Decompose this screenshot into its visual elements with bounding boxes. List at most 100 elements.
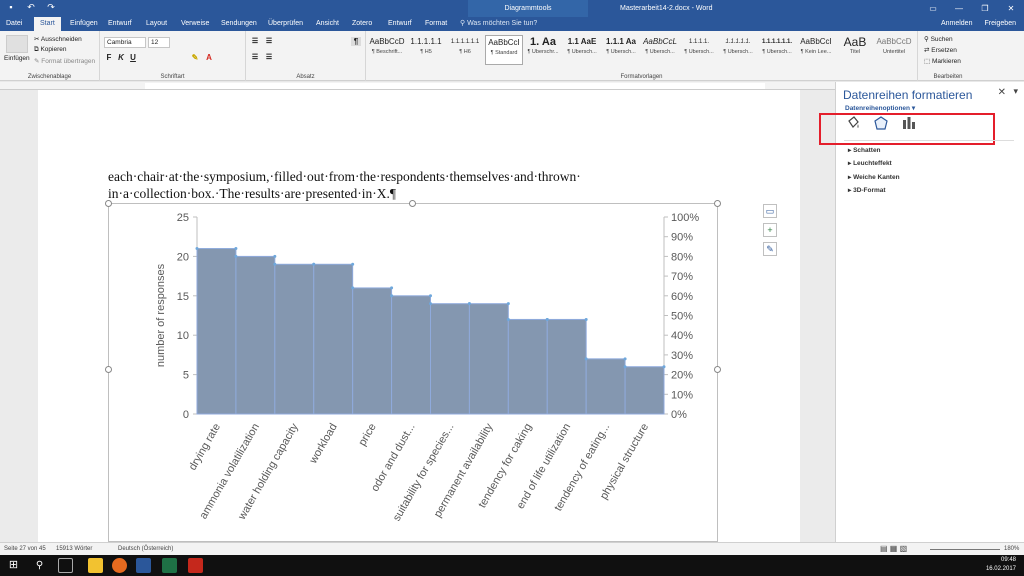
style-item[interactable]: AaBbCcI ¶ Kein Lee... bbox=[797, 35, 835, 65]
bullets-icon[interactable]: ☰ bbox=[250, 37, 260, 45]
tab-review[interactable]: Überprüfen bbox=[268, 17, 303, 31]
style-item[interactable]: AaBbCcD Untertitel bbox=[875, 35, 913, 65]
tab-chart-design[interactable]: Entwurf bbox=[388, 17, 412, 31]
context-tab-label: Diagrammtools bbox=[468, 0, 588, 17]
layout-options-icon[interactable]: ▭ bbox=[763, 204, 777, 218]
language-indicator[interactable]: Deutsch (Österreich) bbox=[118, 546, 173, 552]
word-icon[interactable] bbox=[136, 558, 151, 573]
align-center-icon[interactable]: ☰ bbox=[264, 53, 274, 61]
replace-button[interactable]: ⇄ Ersetzen bbox=[924, 46, 957, 54]
select-button[interactable]: ⬚ Markieren bbox=[924, 57, 961, 65]
style-item[interactable]: AaBbCcD ¶ Beschrift... bbox=[368, 35, 406, 65]
style-item[interactable]: 1.1.1 Aa ¶ Übersch... bbox=[602, 35, 640, 65]
resize-handle[interactable] bbox=[105, 366, 112, 373]
paste-icon[interactable] bbox=[6, 35, 28, 53]
y2-tick-label: 50% bbox=[671, 311, 693, 323]
font-name-box[interactable]: Cambria bbox=[104, 37, 146, 48]
tab-mailings[interactable]: Sendungen bbox=[221, 17, 257, 31]
firefox-icon[interactable] bbox=[112, 558, 127, 573]
section-soft-edges[interactable]: ▸ Weiche Kanten bbox=[848, 173, 900, 181]
view-mode-icons[interactable]: ▤ ▦ ▧ bbox=[880, 544, 907, 553]
style-item[interactable]: 1.1.1.1.1. ¶ Übersch... bbox=[719, 35, 757, 65]
italic-button[interactable]: K bbox=[116, 53, 126, 62]
share-button[interactable]: Freigeben bbox=[984, 17, 1016, 31]
start-icon[interactable]: ⊞ bbox=[6, 558, 21, 573]
search-icon[interactable]: ⚲ bbox=[32, 558, 47, 573]
tab-insert[interactable]: Einfügen bbox=[70, 17, 98, 31]
style-item[interactable]: 1.1.1.1.1 ¶ H5 bbox=[407, 35, 445, 65]
signin-link[interactable]: Anmelden bbox=[941, 17, 973, 31]
chart-elements-icon[interactable]: + bbox=[763, 223, 777, 237]
maximize-icon[interactable]: ❐ bbox=[972, 0, 998, 17]
underline-button[interactable]: U bbox=[128, 53, 138, 62]
y-axis-title: number of responses bbox=[155, 263, 167, 367]
minimize-icon[interactable]: — bbox=[946, 0, 972, 17]
pareto-chart[interactable]: 0 5 10 15 20 25 0% 10% 20% 30% 40% 50% 60% 70% 80% 90% 1… bbox=[109, 204, 719, 543]
style-item[interactable]: AaB Titel bbox=[836, 35, 874, 65]
page-count[interactable]: Seite 27 von 45 bbox=[4, 546, 46, 552]
tab-file[interactable]: Datei bbox=[6, 17, 22, 31]
show-formatting-icon[interactable]: ¶ bbox=[351, 37, 361, 46]
font-size-box[interactable]: 12 bbox=[148, 37, 170, 48]
style-item[interactable]: 1.1.1.1. ¶ Übersch... bbox=[680, 35, 718, 65]
ribbon-display-icon[interactable]: ▭ bbox=[920, 0, 946, 17]
horizontal-ruler[interactable] bbox=[0, 82, 835, 90]
chart-bar bbox=[585, 358, 626, 415]
numbering-icon[interactable]: ☰ bbox=[264, 37, 274, 45]
style-item[interactable]: 1.1.1.1.1.1. ¶ Übersch... bbox=[758, 35, 796, 65]
highlight-icon[interactable]: ✎ bbox=[190, 53, 200, 62]
zoom-slider[interactable] bbox=[930, 549, 1000, 550]
document-area[interactable]: each·chair·at·the·symposium,·filled·out·… bbox=[0, 90, 835, 542]
chart-styles-icon[interactable]: ✎ bbox=[763, 242, 777, 256]
font-color-button[interactable]: A bbox=[204, 53, 214, 62]
y-tick-label: 15 bbox=[177, 291, 189, 303]
style-item-selected[interactable]: AaBbCcI ¶ Standard bbox=[485, 35, 523, 65]
bold-button[interactable]: F bbox=[104, 53, 114, 62]
style-item[interactable]: 1.1.1.1.1.1 ¶ H6 bbox=[446, 35, 484, 65]
task-view-icon[interactable] bbox=[58, 558, 73, 573]
undo-icon[interactable]: ↶ bbox=[24, 2, 38, 14]
tab-home[interactable]: Start bbox=[34, 17, 61, 31]
tab-design[interactable]: Entwurf bbox=[108, 17, 132, 31]
series-options-dropdown[interactable]: Datenreihenoptionen ▾ bbox=[845, 104, 915, 112]
style-item[interactable]: 1. Aa ¶ Überschr... bbox=[524, 35, 562, 65]
resize-handle[interactable] bbox=[409, 200, 416, 207]
tab-view[interactable]: Ansicht bbox=[316, 17, 339, 31]
tab-chart-format[interactable]: Format bbox=[425, 17, 447, 31]
file-explorer-icon[interactable] bbox=[88, 558, 103, 573]
pane-collapse-icon[interactable]: ▾ bbox=[1013, 86, 1018, 97]
zoom-level[interactable]: 180% bbox=[1004, 546, 1019, 552]
chart-frame[interactable]: 0 5 10 15 20 25 0% 10% 20% 30% 40% 50% 60% 70% 80% 90% 1… bbox=[108, 203, 718, 542]
resize-handle[interactable] bbox=[105, 200, 112, 207]
save-icon[interactable]: ▪ bbox=[4, 2, 18, 14]
paste-button[interactable]: Einfügen bbox=[4, 55, 30, 62]
format-painter-button[interactable]: ✎ Format übertragen bbox=[34, 57, 95, 65]
find-button[interactable]: ⚲ Suchen bbox=[924, 35, 953, 43]
tab-references[interactable]: Verweise bbox=[181, 17, 209, 31]
word-count[interactable]: 15913 Wörter bbox=[56, 546, 92, 552]
align-left-icon[interactable]: ☰ bbox=[250, 53, 260, 61]
redo-icon[interactable]: ↷ bbox=[44, 2, 58, 14]
pane-divider bbox=[844, 140, 1014, 141]
tab-layout[interactable]: Layout bbox=[146, 17, 167, 31]
close-pane-icon[interactable]: ✕ bbox=[998, 87, 1006, 98]
resize-handle[interactable] bbox=[714, 200, 721, 207]
tab-zotero[interactable]: Zotero bbox=[352, 17, 372, 31]
acrobat-icon[interactable] bbox=[188, 558, 203, 573]
clock[interactable]: 09:48 16.02.2017 bbox=[986, 556, 1016, 574]
copy-button[interactable]: ⧉ Kopieren bbox=[34, 46, 66, 54]
format-painter-label: Format übertragen bbox=[41, 58, 96, 65]
section-glow[interactable]: ▸ Leuchteffekt bbox=[848, 159, 892, 167]
section-3d-format[interactable]: ▸ 3D-Format bbox=[848, 186, 886, 194]
bar-selection-point bbox=[390, 286, 394, 290]
close-icon[interactable]: ✕ bbox=[998, 0, 1024, 17]
resize-handle[interactable] bbox=[714, 366, 721, 373]
section-shadow[interactable]: ▸ Schatten bbox=[848, 146, 881, 154]
body-paragraph[interactable]: each·chair·at·the·symposium,·filled·out·… bbox=[108, 168, 708, 202]
tell-me-search[interactable]: ⚲ Was möchten Sie tun? bbox=[460, 17, 537, 31]
style-item[interactable]: 1.1 AaE ¶ Übersch... bbox=[563, 35, 601, 65]
cut-button[interactable]: ✂ Ausschneiden bbox=[34, 35, 82, 43]
excel-icon[interactable] bbox=[162, 558, 177, 573]
style-item[interactable]: AaBbCcL ¶ Übersch... bbox=[641, 35, 679, 65]
style-name: ¶ Übersch... bbox=[723, 49, 753, 55]
